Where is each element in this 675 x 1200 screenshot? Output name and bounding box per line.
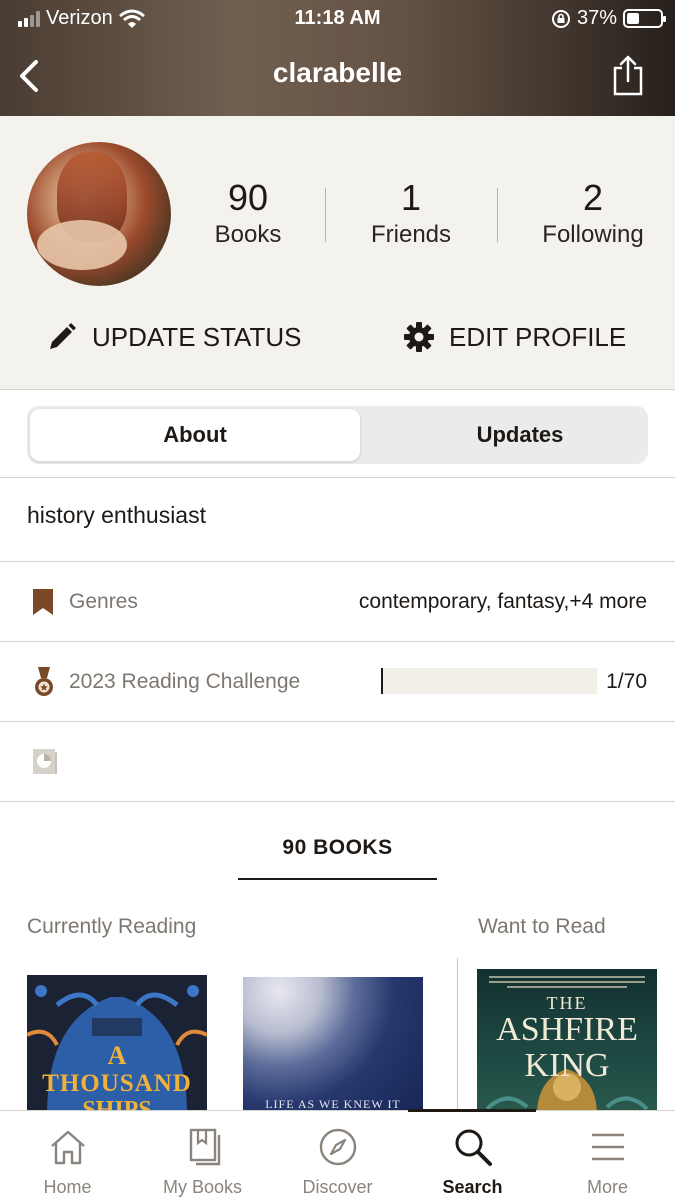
home-icon xyxy=(51,1130,85,1165)
tab-home-label: Home xyxy=(43,1177,92,1197)
tab-discover[interactable]: Discover xyxy=(270,1111,405,1200)
tab-my-books-label: My Books xyxy=(162,1177,243,1197)
genres-label: Genres xyxy=(69,590,138,613)
menu-icon xyxy=(592,1133,624,1161)
tab-my-books[interactable]: My Books xyxy=(135,1111,270,1200)
update-status-label: UPDATE STATUS xyxy=(92,321,302,352)
medal-icon xyxy=(35,667,53,696)
stat-friends-label: Friends xyxy=(370,221,452,248)
stats-chart-icon xyxy=(33,749,57,774)
books-count-tab[interactable]: 90 BOOKS xyxy=(238,836,437,860)
battery-percent: 37% xyxy=(576,7,617,29)
book-cover[interactable]: THE ASHFIRE KING xyxy=(477,969,657,1115)
stat-divider xyxy=(497,188,498,242)
tab-search[interactable]: Search xyxy=(405,1111,540,1200)
battery-icon xyxy=(623,9,666,28)
cover-title-line: A xyxy=(107,1041,127,1070)
stat-books-value: 90 xyxy=(227,177,269,218)
book-cover[interactable]: LIFE AS WE KNEW IT xyxy=(243,977,423,1115)
bio-text: history enthusiast xyxy=(27,502,206,528)
share-icon[interactable] xyxy=(611,54,645,96)
currently-reading-label[interactable]: Currently Reading xyxy=(27,915,196,939)
compass-icon xyxy=(319,1128,357,1166)
divider xyxy=(0,561,675,562)
bottom-tab-bar: Home My Books Discover Search More xyxy=(0,1109,675,1200)
challenge-progress-fill xyxy=(381,668,383,694)
stat-friends-value: 1 xyxy=(400,177,422,218)
shelf-divider xyxy=(457,958,458,1118)
stat-divider xyxy=(325,188,326,242)
stat-books-label: Books xyxy=(214,221,282,248)
books-tab-underline xyxy=(238,878,437,880)
orientation-lock-icon xyxy=(551,9,570,28)
divider xyxy=(0,721,675,722)
tab-search-label: Search xyxy=(442,1177,503,1197)
stat-following[interactable]: 2 Following xyxy=(530,178,656,252)
divider xyxy=(0,477,675,478)
cover-title-line: THOUSAND xyxy=(42,1070,192,1097)
bookmark-icon xyxy=(33,589,53,615)
profile-summary: 90 Books 1 Friends 2 Following UPDATE ST… xyxy=(0,116,675,390)
page-title: clarabelle xyxy=(272,57,403,88)
battery-group: 37% xyxy=(551,7,666,30)
gear-icon xyxy=(404,322,434,352)
update-status-button[interactable]: UPDATE STATUS xyxy=(46,321,301,353)
status-bar: Verizon 11:18 AM 37% xyxy=(0,0,675,38)
want-to-read-label[interactable]: Want to Read xyxy=(478,915,606,939)
tab-home[interactable]: Home xyxy=(0,1111,135,1200)
stat-friends[interactable]: 1 Friends xyxy=(356,178,466,252)
edit-profile-button[interactable]: EDIT PROFILE xyxy=(403,321,626,353)
pencil-icon xyxy=(50,323,76,349)
tab-updates[interactable]: Updates xyxy=(365,409,675,461)
challenge-progress-bar xyxy=(381,668,597,694)
tab-about[interactable]: About xyxy=(30,409,360,461)
stat-books[interactable]: 90 Books xyxy=(200,178,296,252)
divider xyxy=(0,801,675,802)
stat-following-label: Following xyxy=(542,221,644,248)
cover-title-line: KING xyxy=(524,1047,610,1084)
book-cover[interactable]: A THOUSAND SHIPS xyxy=(27,975,207,1115)
tab-more[interactable]: More xyxy=(540,1111,675,1200)
search-icon xyxy=(455,1129,492,1166)
my-books-icon xyxy=(189,1128,221,1166)
nav-bar: clarabelle xyxy=(0,48,675,104)
tab-discover-label: Discover xyxy=(302,1177,373,1197)
divider xyxy=(0,641,675,642)
challenge-value[interactable]: 1/70 xyxy=(606,670,647,694)
genres-value[interactable]: contemporary, fantasy,+4 more xyxy=(359,590,647,614)
tab-more-label: More xyxy=(586,1177,628,1197)
cover-title-line: ASHFIRE xyxy=(496,1011,638,1048)
profile-tabs: About Updates xyxy=(27,406,648,464)
avatar[interactable] xyxy=(27,142,171,286)
stat-following-value: 2 xyxy=(582,177,604,218)
profile-header: Verizon 11:18 AM 37% clarabelle xyxy=(0,0,675,116)
challenge-label: 2023 Reading Challenge xyxy=(69,670,301,693)
edit-profile-label: EDIT PROFILE xyxy=(449,321,627,352)
